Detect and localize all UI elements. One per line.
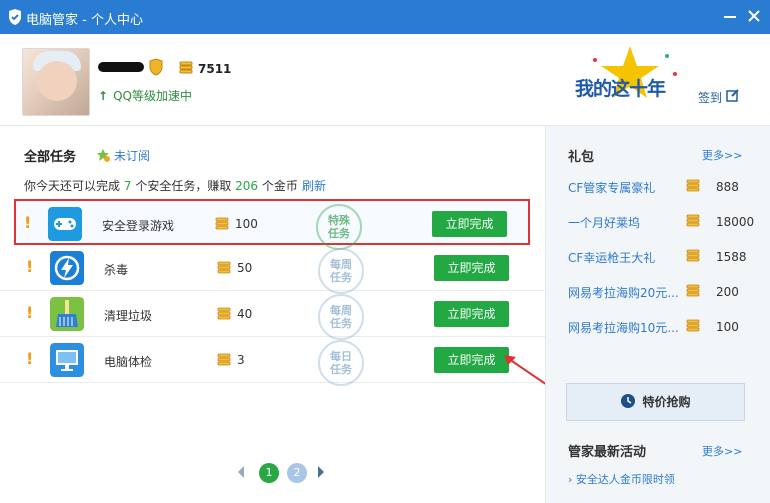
- task-coins: 40: [237, 307, 253, 321]
- profile-header: 7511 ↑ QQ等级加速中 我的这十年 签到: [0, 34, 770, 126]
- task-coins: 50: [237, 261, 253, 275]
- task-name: 安全登录游戏: [102, 219, 175, 233]
- minimize-icon[interactable]: [720, 6, 740, 26]
- gift-value: 200: [716, 285, 739, 299]
- edit-icon: [726, 89, 739, 102]
- coin-stack-icon: [217, 353, 231, 366]
- task-type-stamp: 每周 任务: [318, 294, 364, 340]
- avatar[interactable]: [22, 48, 90, 116]
- coin-stack-icon: [686, 319, 700, 332]
- gifts-more-link[interactable]: 更多>>: [702, 147, 742, 163]
- qq-manager-shield-icon: [9, 9, 21, 25]
- tasks-panel: 全部任务 未订阅 你今天还可以完成 7 个安全任务，赚取 206 个金币 刷新 …: [0, 126, 557, 503]
- complete-now-button[interactable]: 立即完成: [434, 255, 509, 281]
- signin-label: 签到: [698, 91, 723, 105]
- warning-exclamation-icon: !: [26, 349, 34, 368]
- page-1-button[interactable]: 1: [259, 463, 279, 483]
- task-coins: 3: [237, 353, 245, 367]
- gift-value: 888: [716, 180, 739, 194]
- nickname-redacted: [98, 62, 144, 72]
- close-icon[interactable]: [744, 6, 764, 26]
- warning-exclamation-icon: !: [26, 257, 34, 276]
- special-offer-button[interactable]: 特价抢购: [566, 383, 745, 421]
- warning-exclamation-icon: !: [26, 303, 34, 322]
- task-type-stamp: 每周 任务: [318, 248, 364, 294]
- task-type-stamp: 特殊 任务: [316, 204, 362, 250]
- gift-value: 1588: [716, 250, 747, 264]
- coin-stack-icon: [179, 61, 193, 74]
- desc-suffix: 个金币: [261, 179, 298, 193]
- coin-stack-icon: [217, 307, 231, 320]
- task-name: 杀毒: [104, 263, 129, 277]
- tab-all-tasks[interactable]: 全部任务: [24, 146, 76, 165]
- signin-link[interactable]: 签到: [698, 89, 739, 106]
- coin-stack-icon: [686, 284, 700, 297]
- coin-stack-icon: [217, 261, 231, 274]
- activities-more-link[interactable]: 更多>>: [702, 443, 742, 459]
- gift-item[interactable]: CF幸运枪王大礼 1588: [568, 249, 748, 269]
- gift-name[interactable]: 一个月好莱坞: [568, 214, 640, 231]
- gift-value: 18000: [716, 215, 755, 229]
- window-title: 电脑管家 - 个人中心: [26, 13, 143, 28]
- title-bar: 电脑管家 - 个人中心: [0, 0, 770, 34]
- coin-stack-icon: [686, 214, 700, 227]
- badge-text: 我的这十年: [575, 78, 666, 100]
- desc-prefix: 你今天还可以完成: [24, 179, 121, 193]
- vip-shield-icon: [149, 58, 163, 76]
- gift-item[interactable]: CF管家专属豪礼 888: [568, 179, 748, 199]
- desc-coins: 206: [235, 179, 259, 193]
- activities-title: 管家最新活动: [568, 445, 647, 460]
- task-row: ! 安全登录游戏 100 特殊 任务 立即完成: [14, 199, 530, 250]
- activity-item[interactable]: › 安全达人金币限时领: [568, 471, 675, 487]
- coin-stack-icon: [686, 249, 700, 262]
- qq-level-speed[interactable]: ↑ QQ等级加速中: [98, 87, 192, 104]
- arrow-up-icon: ↑: [98, 89, 109, 103]
- task-row: ! 清理垃圾 40 每周 任务 立即完成: [0, 291, 545, 340]
- chevron-left-icon[interactable]: [236, 465, 246, 479]
- qq-speed-label: QQ等级加速中: [113, 89, 192, 103]
- desc-mid: 个安全任务，赚取: [135, 179, 232, 193]
- complete-now-button[interactable]: 立即完成: [432, 211, 507, 237]
- complete-now-button[interactable]: 立即完成: [434, 347, 509, 373]
- desc-count: 7: [123, 179, 132, 193]
- activity-item-label: 安全达人金币限时领: [575, 473, 675, 486]
- gift-name[interactable]: CF幸运枪王大礼: [568, 249, 655, 266]
- broom-icon: [50, 297, 84, 331]
- gift-name[interactable]: CF管家专属豪礼: [568, 179, 655, 196]
- warning-exclamation-icon: !: [24, 213, 32, 232]
- task-row: ! 杀毒 50 每周 任务 立即完成: [0, 245, 545, 294]
- gift-value: 100: [716, 320, 739, 334]
- chevron-right-icon[interactable]: [316, 465, 326, 479]
- task-description: 你今天还可以完成 7 个安全任务，赚取 206 个金币: [24, 177, 298, 194]
- page-2-button[interactable]: 2: [287, 463, 307, 483]
- task-type-stamp: 每日 任务: [318, 340, 364, 386]
- gift-item[interactable]: 网易考拉海购10元... 100: [568, 319, 748, 339]
- gifts-title: 礼包: [568, 150, 595, 165]
- task-name: 电脑体检: [104, 355, 153, 369]
- coins-count: 7511: [198, 62, 232, 76]
- gift-name[interactable]: 网易考拉海购20元...: [568, 284, 679, 301]
- clock-icon: [621, 394, 636, 408]
- complete-now-button[interactable]: 立即完成: [434, 301, 509, 327]
- avatar-face: [37, 61, 77, 101]
- ten-years-badge[interactable]: 我的这十年: [575, 44, 685, 104]
- special-offer-label: 特价抢购: [642, 395, 691, 409]
- gamepad-icon: [48, 207, 82, 241]
- task-row: ! 电脑体检 3 每日 任务 立即完成: [0, 337, 545, 386]
- subscribe-star-icon: [97, 149, 110, 162]
- sidebar: 礼包 更多>> CF管家专属豪礼 888 一个月好莱坞 18000 CF幸运枪王…: [545, 126, 770, 503]
- gift-item[interactable]: 网易考拉海购20元... 200: [568, 284, 748, 304]
- refresh-link[interactable]: 刷新: [302, 177, 326, 194]
- gift-item[interactable]: 一个月好莱坞 18000: [568, 214, 754, 234]
- coin-stack-icon: [215, 217, 229, 230]
- task-list: ! 安全登录游戏 100 特殊 任务 立即完成 ! 杀毒 50 每周 任务 立即…: [0, 199, 545, 386]
- unsubscribed-label: 未订阅: [114, 149, 151, 163]
- antivirus-lightning-icon: [50, 251, 84, 285]
- unsubscribed-link[interactable]: 未订阅: [96, 147, 150, 164]
- coin-stack-icon: [686, 179, 700, 192]
- gift-name[interactable]: 网易考拉海购10元...: [568, 319, 679, 336]
- task-name: 清理垃圾: [104, 309, 153, 323]
- monitor-icon: [50, 343, 84, 377]
- task-coins: 100: [235, 217, 258, 231]
